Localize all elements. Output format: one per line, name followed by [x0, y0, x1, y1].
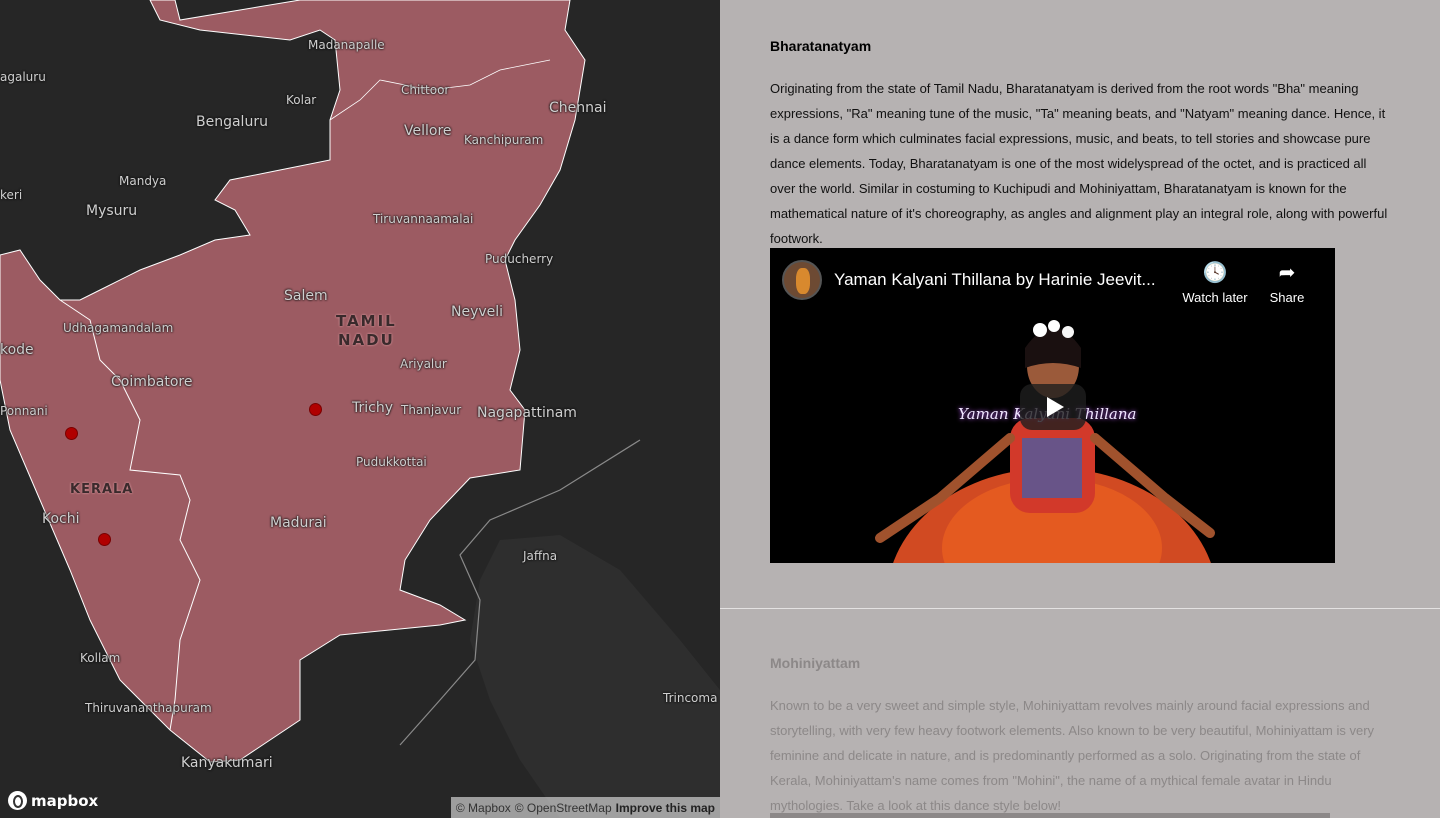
section-title: Bharatanatyam	[770, 38, 872, 54]
map-label-ponnani: Ponnani	[0, 404, 48, 418]
video-title[interactable]: Yaman Kalyani Thillana by Harinie Jeevit…	[834, 270, 1179, 290]
map-marker[interactable]	[309, 403, 322, 416]
map-attribution: © Mapbox © OpenStreetMap Improve this ma…	[450, 797, 720, 818]
attribution-osm-link[interactable]: © OpenStreetMap	[515, 801, 612, 815]
play-icon	[1046, 397, 1064, 417]
map-label-tamil-nadu: TAMIL NADU	[336, 312, 397, 349]
map-label-tiruvannaamalai: Tiruvannaamalai	[373, 212, 474, 226]
clock-icon: 🕓	[1202, 262, 1228, 284]
section-divider	[720, 608, 1440, 609]
map-marker[interactable]	[65, 427, 78, 440]
map-label-jaffna: Jaffna	[523, 549, 558, 563]
map-canvas[interactable]: Madanapalle Chittoor Chennai Kolar Benga…	[0, 0, 720, 818]
map-label-mysuru: Mysuru	[86, 203, 138, 219]
share-arrow-icon: ➦	[1278, 262, 1296, 284]
map-label-neyveli: Neyveli	[451, 304, 504, 320]
share-button[interactable]: ➦ Share	[1251, 263, 1323, 305]
play-button[interactable]	[1020, 384, 1086, 430]
mapbox-logo-icon	[8, 791, 27, 810]
map-label-salem: Salem	[284, 288, 328, 304]
map-label-nagapattinam: Nagapattinam	[477, 405, 577, 421]
map-label-puducherry: Puducherry	[485, 252, 554, 266]
channel-avatar[interactable]	[782, 260, 822, 300]
map-label-keri: keri	[0, 188, 23, 202]
map-label-coimbatore: Coimbatore	[111, 374, 193, 390]
map-label-thiruvananthapuram: Thiruvananthapuram	[85, 701, 212, 715]
map-label-bengaluru: Bengaluru	[196, 114, 268, 130]
watch-later-button[interactable]: 🕓 Watch later	[1179, 263, 1251, 305]
map-marker[interactable]	[98, 533, 111, 546]
map-label-kanyakumari: Kanyakumari	[181, 755, 273, 771]
map-label-mandya: Mandya	[119, 174, 167, 188]
map-label-pudukkottai: Pudukkottai	[356, 455, 427, 469]
map-label-kollam: Kollam	[80, 651, 121, 665]
map-label-kolar: Kolar	[286, 93, 317, 107]
video-player[interactable]: Yaman Kalyani Thillana by Harinie Jeevit…	[770, 248, 1335, 563]
map-label-thanjavur: Thanjavur	[401, 403, 462, 417]
mapbox-logo[interactable]: mapbox	[8, 791, 98, 810]
video-header: Yaman Kalyani Thillana by Harinie Jeevit…	[770, 248, 1335, 312]
section-body: Originating from the state of Tamil Nadu…	[770, 81, 1388, 246]
attribution-mapbox-link[interactable]: © Mapbox	[456, 801, 511, 815]
map-label-madurai: Madurai	[270, 515, 327, 531]
section-body: Known to be a very sweet and simple styl…	[770, 698, 1375, 813]
improve-map-link[interactable]: Improve this map	[616, 801, 715, 815]
map-label-madanapalle: Madanapalle	[308, 38, 385, 52]
map-label-chennai: Chennai	[549, 100, 607, 116]
mapbox-logo-text: mapbox	[31, 791, 99, 810]
map-label-chittoor: Chittoor	[401, 83, 450, 97]
map-label-ariyalur: Ariyalur	[400, 357, 447, 371]
story-section-mohiniyattam: Mohiniyattam Known to be a very sweet an…	[720, 617, 1440, 818]
watch-later-label: Watch later	[1182, 290, 1248, 305]
story-section-bharatanatyam: Bharatanatyam Originating from the state…	[720, 0, 1440, 251]
map-label-agaluru: agaluru	[0, 70, 46, 84]
next-video-player[interactable]	[770, 813, 1330, 818]
section-title: Mohiniyattam	[770, 655, 861, 671]
map-label-kerala: KERALA	[70, 482, 134, 497]
map-label-kanchipuram: Kanchipuram	[464, 133, 544, 147]
map-label-trichy: Trichy	[352, 400, 393, 416]
map-label-kochi: Kochi	[42, 511, 80, 527]
map-label-udhagamandalam: Udhagamandalam	[63, 321, 174, 335]
share-label: Share	[1269, 290, 1305, 305]
map-label-kode: kode	[0, 342, 34, 358]
map-label-vellore: Vellore	[404, 123, 452, 139]
map-label-trincoma: Trincoma	[663, 691, 718, 705]
story-panel[interactable]: Bharatanatyam Originating from the state…	[720, 0, 1440, 818]
